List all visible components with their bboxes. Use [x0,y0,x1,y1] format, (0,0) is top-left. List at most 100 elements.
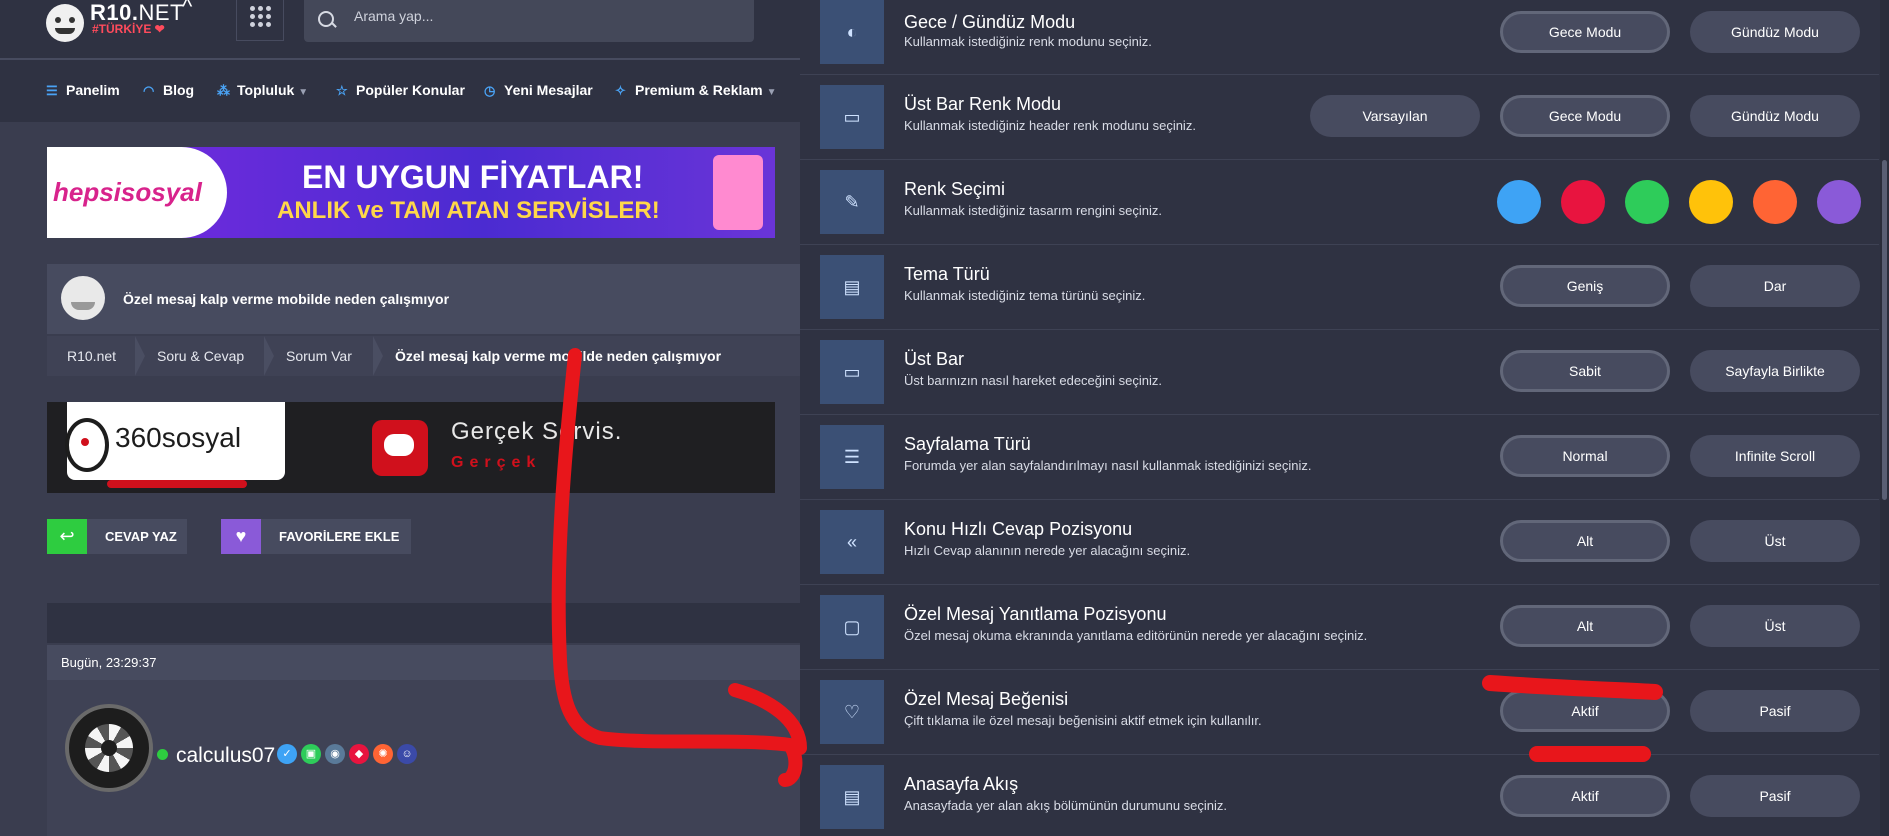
setting-row-tema-turu: ▤ Tema Türü Kullanmak istediğiniz tema t… [800,245,1879,330]
color-swatch-blue[interactable] [1497,180,1541,224]
chevron-down-icon: ▼ [766,87,777,98]
chat-bubble-icon [372,420,428,476]
option-alt[interactable]: Alt [1500,605,1670,647]
list-icon: ☰ [820,425,884,489]
post-date: Bugün, 23:29:37 [61,655,157,670]
logo-caret: ^ [182,0,193,19]
smile-badge-icon: ☺ [397,744,417,764]
option-gunduz-modu[interactable]: Gündüz Modu [1690,95,1860,137]
setting-title: Renk Seçimi [904,179,1006,199]
moon-icon: ◐ [820,0,884,64]
reply-all-icon: « [820,510,884,574]
setting-desc: Kullanmak istediğiniz renk modunu seçini… [904,34,1152,49]
ad-illustration [713,155,763,230]
option-pasif[interactable]: Pasif [1690,690,1860,732]
logo-mascot-icon [46,4,84,42]
option-aktif[interactable]: Aktif [1500,690,1670,732]
setting-row-ozel-mesaj-begenisi: ♡ Özel Mesaj Beğenisi Çift tıklama ile ö… [800,670,1879,755]
setting-desc: Kullanmak istediğiniz header renk modunu… [904,118,1196,133]
ad-headline: EN UYGUN FİYATLAR! [302,159,644,195]
ad-subline: ANLIK ve TAM ATAN SERVİSLER! [277,197,660,224]
setting-row-anasayfa-akis: ▤ Anasayfa Akış Anasayfada yer alan akış… [800,755,1879,836]
option-infinite-scroll[interactable]: Infinite Scroll [1690,435,1860,477]
setting-desc: Kullanmak istediğiniz tema türünü seçini… [904,288,1146,303]
breadcrumb: R10.net Soru & Cevap Sorum Var Özel mesa… [47,336,800,376]
window-icon: ▭ [820,340,884,404]
main-nav: ☰ Panelim ◠ Blog ⁂ Topluluk ▼ ☆ Popüler Konul… [0,60,800,122]
top-bar: R10.NET #TÜRKİYE ❤ ^ [0,0,800,60]
nav-item-panelim[interactable]: ☰ Panelim [46,82,120,99]
forum-pane: R10.NET #TÜRKİYE ❤ ^ ☰Panelim ◠Blog ⁂Top… [0,0,800,836]
option-aktif[interactable]: Aktif [1500,775,1670,817]
thread-header: Özel mesaj kalp verme mobilde neden çalı… [47,264,800,334]
thread-title: Özel mesaj kalp verme mobilde neden çalı… [123,291,450,307]
color-swatch-orange[interactable] [1753,180,1797,224]
scrollbar-thumb[interactable] [1882,160,1887,500]
add-favorite-button[interactable]: ♥ FAVORİLERE EKLE [221,519,411,554]
color-swatch-green[interactable] [1625,180,1669,224]
option-ust[interactable]: Üst [1690,605,1860,647]
ad-logo-icon [65,418,109,472]
nav-item-yeni-mesajlar[interactable]: ◷ Yeni Mesajlar [484,82,593,99]
nav-item-populer-konular[interactable]: ☆ Popüler Konular [336,82,465,99]
option-sayfayla-birlikte[interactable]: Sayfayla Birlikte [1690,350,1860,392]
breadcrumb-item[interactable]: R10.net [67,348,116,364]
option-genis[interactable]: Geniş [1500,265,1670,307]
online-status-icon [157,749,168,760]
option-ust[interactable]: Üst [1690,520,1860,562]
color-swatch-purple[interactable] [1817,180,1861,224]
avatar[interactable] [65,704,153,792]
apps-grid-icon[interactable] [236,0,284,41]
reply-button[interactable]: ↩ CEVAP YAZ [47,519,187,554]
option-sabit[interactable]: Sabit [1500,350,1670,392]
site-logo[interactable]: R10.NET #TÜRKİYE ❤ ^ [46,0,192,50]
option-gunduz-modu[interactable]: Gündüz Modu [1690,11,1860,53]
breadcrumb-item-current: Özel mesaj kalp verme mobilde neden çalı… [395,348,722,364]
username[interactable]: calculus07 [176,744,275,768]
setting-row-renk-secimi: ✎ Renk Seçimi Kullanmak istediğiniz tasa… [800,160,1879,245]
color-swatch-red[interactable] [1561,180,1605,224]
option-gece-modu[interactable]: Gece Modu [1500,95,1670,137]
color-swatch-yellow[interactable] [1689,180,1733,224]
setting-desc: Kullanmak istediğiniz tasarım rengini se… [904,203,1162,218]
message-icon: ▢ [820,595,884,659]
option-pasif[interactable]: Pasif [1690,775,1860,817]
post-date-bar: Bugün, 23:29:37 [47,645,800,680]
ad-subline: Gerçek [451,454,542,471]
layout-icon: ▤ [820,255,884,319]
nav-item-topluluk[interactable]: ⁂ Topluluk ▼ [217,82,308,99]
star-icon: ☆ [336,83,348,98]
ad-headline: Gerçek Servis. [451,418,623,445]
heart-plus-icon: ♡ [820,680,884,744]
option-alt[interactable]: Alt [1500,520,1670,562]
option-gece-modu[interactable]: Gece Modu [1500,11,1670,53]
setting-row-sayfalama-turu: ☰ Sayfalama Türü Forumda yer alan sayfal… [800,415,1879,500]
settings-panel: ◐ Gece / Gündüz Modu Kullanmak istediğin… [800,0,1889,836]
breadcrumb-item[interactable]: Soru & Cevap [157,348,244,364]
option-normal[interactable]: Normal [1500,435,1670,477]
banner-ad-top[interactable]: hepsisosyal EN UYGUN FİYATLAR! ANLIK ve … [47,147,775,238]
search-box[interactable] [304,0,754,42]
setting-desc: Hızlı Cevap alanının nerede yer alacağın… [904,543,1191,558]
palette-icon: ✎ [820,170,884,234]
breadcrumb-item[interactable]: Sorum Var [286,348,352,364]
breadcrumb-separator [264,336,274,376]
heart-icon: ♥ [221,519,261,554]
option-varsayilan[interactable]: Varsayılan [1310,95,1480,137]
nav-item-premium-reklam[interactable]: ✧ Premium & Reklam ▼ [615,82,777,99]
chevron-down-icon: ▼ [298,87,309,98]
option-dar[interactable]: Dar [1690,265,1860,307]
setting-desc: Anasayfada yer alan akış bölümünün durum… [904,798,1228,813]
setting-row-gece-gunduz: ◐ Gece / Gündüz Modu Kullanmak istediğin… [800,0,1879,75]
setting-desc: Çift tıklama ile özel mesajı beğenisini … [904,713,1262,728]
setting-desc: Forumda yer alan sayfalandırılmayı nasıl… [904,458,1312,473]
setting-title: Konu Hızlı Cevap Pozisyonu [904,519,1133,539]
setting-desc: Üst barınızın nasıl hareket edeceğini se… [904,373,1162,388]
search-input[interactable] [352,4,736,28]
banner-ad-middle[interactable]: 360sosyal Gerçek Servis. Gerçek [47,402,775,493]
clock-icon: ◷ [484,83,496,98]
nav-item-blog[interactable]: ◠ Blog [143,82,194,99]
setting-title: Üst Bar Renk Modu [904,94,1062,114]
setting-title: Gece / Gündüz Modu [904,12,1076,32]
chat-badge-icon: ◉ [325,744,345,764]
